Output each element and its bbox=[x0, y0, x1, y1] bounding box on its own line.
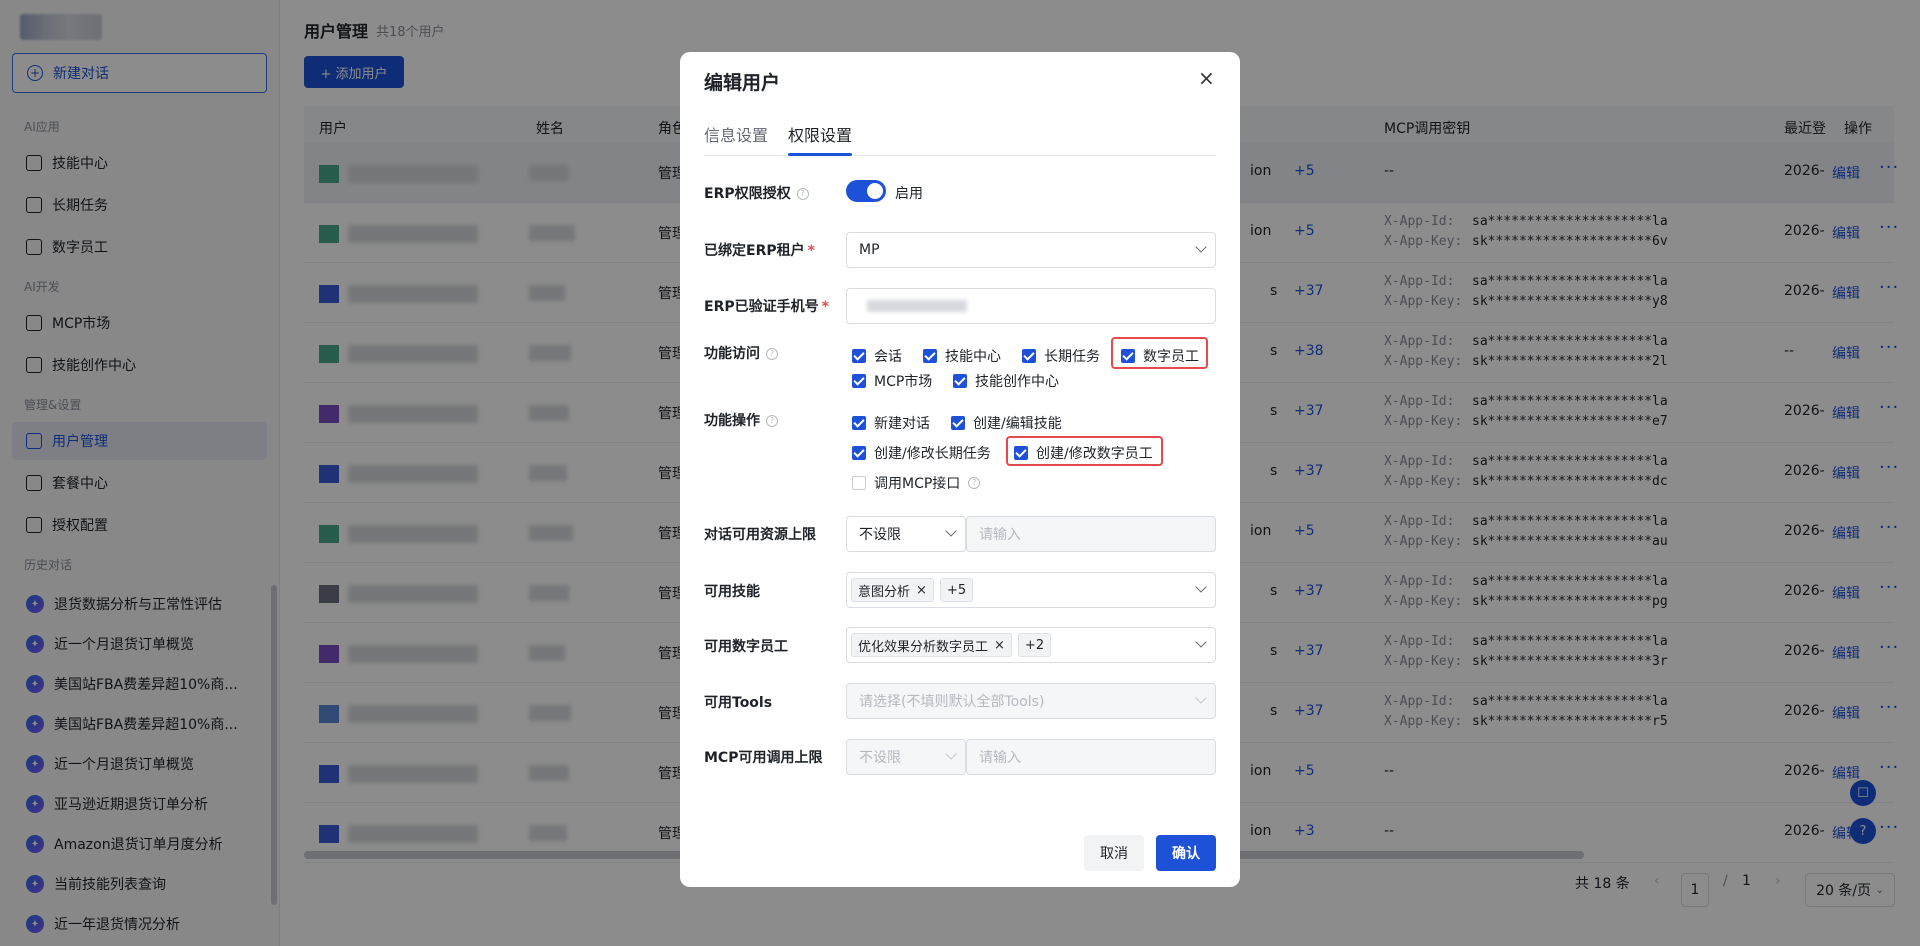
checkbox-checked-icon bbox=[1022, 349, 1036, 363]
checkbox-label: 技能创作中心 bbox=[975, 374, 1059, 390]
edit-user-dialog: 编辑用户 × 信息设置 权限设置 ERP权限授权? 启用 已绑定ERP租户 * M… bbox=[680, 52, 1240, 887]
available-skills-select[interactable]: 意图分析 × +5 bbox=[846, 572, 1216, 608]
chevron-down-icon bbox=[1195, 581, 1207, 593]
available-tools-label: 可用Tools bbox=[704, 695, 773, 711]
checkbox-call-mcp[interactable]: 调用MCP接口? bbox=[852, 473, 981, 493]
employee-more-tag: +2 bbox=[1017, 633, 1052, 657]
chevron-down-icon bbox=[945, 748, 957, 760]
checkbox-checked-icon bbox=[852, 416, 866, 430]
checkbox-digital-employee[interactable]: 数字员工 bbox=[1121, 346, 1199, 366]
func-ops-text: 功能操作 bbox=[704, 413, 760, 429]
checkbox-mcp-market[interactable]: MCP市场 bbox=[852, 371, 932, 391]
skill-tag: 意图分析 × bbox=[851, 578, 934, 602]
chevron-down-icon bbox=[945, 525, 957, 537]
checkbox-label: 创建/修改长期任务 bbox=[874, 446, 991, 462]
erp-auth-text: ERP权限授权 bbox=[704, 186, 791, 202]
erp-tenant-text: 已绑定ERP租户 bbox=[704, 243, 805, 259]
tag-label: 意图分析 bbox=[858, 584, 911, 600]
available-employees-label: 可用数字员工 bbox=[704, 639, 788, 655]
checkbox-skill-create[interactable]: 技能创作中心 bbox=[953, 371, 1059, 391]
checkbox-label: 技能中心 bbox=[945, 349, 1001, 365]
help-circle-icon[interactable]: ? bbox=[766, 348, 778, 360]
checkbox-label: 长期任务 bbox=[1044, 349, 1100, 365]
checkbox-checked-icon bbox=[1014, 446, 1028, 460]
checkbox-checked-icon bbox=[852, 349, 866, 363]
chevron-down-icon bbox=[1195, 241, 1207, 253]
erp-phone-input[interactable] bbox=[846, 288, 1216, 324]
help-circle-icon[interactable]: ? bbox=[968, 477, 981, 489]
checkbox-label: 新建对话 bbox=[874, 416, 930, 432]
erp-phone-text: ERP已验证手机号 bbox=[704, 299, 819, 315]
erp-auth-label: ERP权限授权? bbox=[704, 183, 809, 203]
checkbox-checked-icon bbox=[923, 349, 937, 363]
checkbox-skill-center[interactable]: 技能中心 bbox=[923, 346, 1001, 366]
required-mark: * bbox=[807, 243, 815, 259]
checkbox-session[interactable]: 会话 bbox=[852, 346, 902, 366]
erp-phone-label: ERP已验证手机号 * bbox=[704, 296, 829, 316]
checkbox-checked-icon bbox=[852, 446, 866, 460]
available-skills-label: 可用技能 bbox=[704, 584, 760, 600]
checkbox-label: 数字员工 bbox=[1143, 349, 1199, 365]
mcp-limit-input[interactable]: 请输入 bbox=[966, 739, 1216, 775]
chevron-down-icon bbox=[1195, 692, 1207, 704]
help-circle-icon[interactable]: ? bbox=[766, 415, 778, 427]
tools-placeholder: 请选择(不填则默认全部Tools) bbox=[859, 694, 1045, 710]
checkbox-checked-icon bbox=[951, 416, 965, 430]
func-access-text: 功能访问 bbox=[704, 346, 760, 362]
checkbox-long-task[interactable]: 长期任务 bbox=[1022, 346, 1100, 366]
erp-tenant-label: 已绑定ERP租户 * bbox=[704, 240, 815, 260]
checkbox-label: 创建/修改数字员工 bbox=[1036, 446, 1153, 462]
tab-permission-settings[interactable]: 权限设置 bbox=[788, 122, 852, 146]
tab-active-indicator bbox=[788, 153, 852, 156]
chevron-down-icon bbox=[1195, 636, 1207, 648]
mcp-limit-select[interactable]: 不设限 bbox=[846, 739, 966, 775]
checkbox-edit-digital-employee[interactable]: 创建/修改数字员工 bbox=[1014, 443, 1153, 463]
close-icon[interactable]: × bbox=[994, 638, 1005, 653]
masked-phone bbox=[867, 300, 967, 312]
checkbox-label: 会话 bbox=[874, 349, 902, 365]
employee-tag: 优化效果分析数字员工 × bbox=[851, 633, 1012, 657]
cancel-button[interactable]: 取消 bbox=[1084, 835, 1144, 871]
checkbox-label: 创建/编辑技能 bbox=[973, 416, 1062, 432]
erp-tenant-value: MP bbox=[859, 242, 880, 258]
tag-label: 优化效果分析数字员工 bbox=[858, 639, 989, 655]
checkbox-edit-skill[interactable]: 创建/编辑技能 bbox=[951, 413, 1062, 433]
skill-more-tag: +5 bbox=[939, 578, 974, 602]
dialog-title: 编辑用户 bbox=[704, 72, 781, 94]
checkbox-label: 调用MCP接口 bbox=[874, 476, 961, 492]
checkbox-new-chat[interactable]: 新建对话 bbox=[852, 413, 930, 433]
available-employees-select[interactable]: 优化效果分析数字员工 × +2 bbox=[846, 627, 1216, 663]
resource-limit-placeholder: 请输入 bbox=[979, 527, 1021, 543]
help-circle-icon[interactable]: ? bbox=[796, 188, 809, 200]
func-ops-label: 功能操作? bbox=[704, 410, 778, 430]
checkbox-label: MCP市场 bbox=[874, 374, 933, 390]
erp-auth-toggle[interactable] bbox=[846, 180, 886, 202]
resource-limit-select[interactable]: 不设限 bbox=[846, 516, 966, 552]
erp-tenant-select[interactable]: MP bbox=[846, 232, 1216, 268]
erp-auth-state: 启用 bbox=[895, 186, 923, 202]
available-tools-select[interactable]: 请选择(不填则默认全部Tools) bbox=[846, 683, 1216, 719]
mcp-limit-label: MCP可用调用上限 bbox=[704, 750, 823, 766]
checkbox-checked-icon bbox=[1121, 349, 1135, 363]
checkbox-edit-long-task[interactable]: 创建/修改长期任务 bbox=[852, 443, 991, 463]
tab-info-settings[interactable]: 信息设置 bbox=[704, 122, 768, 146]
tab-divider bbox=[704, 155, 1216, 156]
resource-limit-input[interactable]: 请输入 bbox=[966, 516, 1216, 552]
close-icon[interactable]: × bbox=[916, 583, 927, 598]
checkbox-checked-icon bbox=[953, 374, 967, 388]
resource-limit-label: 对话可用资源上限 bbox=[704, 527, 816, 543]
checkbox-unchecked-icon bbox=[852, 476, 866, 490]
func-access-label: 功能访问? bbox=[704, 343, 778, 363]
required-mark: * bbox=[821, 299, 829, 315]
resource-limit-value: 不设限 bbox=[859, 527, 901, 543]
confirm-button[interactable]: 确认 bbox=[1156, 835, 1216, 871]
close-icon[interactable]: × bbox=[1198, 68, 1215, 88]
mcp-limit-placeholder: 请输入 bbox=[979, 750, 1021, 766]
checkbox-checked-icon bbox=[852, 374, 866, 388]
mcp-limit-value: 不设限 bbox=[859, 750, 901, 766]
